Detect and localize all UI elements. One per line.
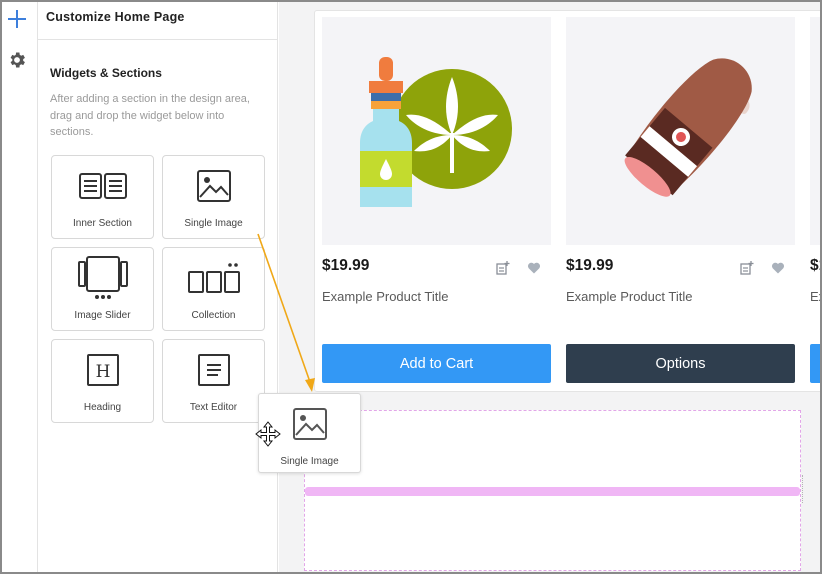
widget-heading[interactable]: H Heading xyxy=(51,339,154,423)
product-price: $1 xyxy=(810,257,820,274)
widget-label: Inner Section xyxy=(73,218,132,229)
resize-handle[interactable] xyxy=(802,475,805,503)
widget-text-editor[interactable]: Text Editor xyxy=(162,339,265,423)
product-image-cigar[interactable] xyxy=(566,17,795,245)
product-title[interactable]: Ex xyxy=(810,289,820,304)
product-price: $19.99 xyxy=(566,257,614,274)
add-to-cart-button[interactable]: Add to Cart xyxy=(322,344,551,383)
icon-rail xyxy=(2,2,38,572)
svg-text:H: H xyxy=(95,362,110,382)
product-collection-section[interactable]: $19.99 Example Product Title Add to Cart xyxy=(314,10,820,392)
image-slider-icon xyxy=(52,256,153,299)
widget-label: Image Slider xyxy=(74,310,131,321)
heart-icon[interactable] xyxy=(527,261,541,275)
app-window: Customize Home Page Widgets & Sections A… xyxy=(0,0,822,574)
widget-label: Text Editor xyxy=(189,402,238,413)
gear-icon[interactable] xyxy=(7,50,27,70)
options-button[interactable]: Options xyxy=(566,344,795,383)
product-title[interactable]: Example Product Title xyxy=(566,289,692,304)
product-image-cbd-oil[interactable] xyxy=(322,17,551,245)
widgets-panel: Customize Home Page Widgets & Sections A… xyxy=(38,2,278,572)
section-heading: Widgets & Sections xyxy=(50,66,162,80)
image-icon xyxy=(163,166,264,206)
heart-icon[interactable] xyxy=(771,261,785,275)
widget-inner-section[interactable]: Inner Section xyxy=(51,155,154,239)
dragged-widget-label: Single Image xyxy=(280,456,339,467)
add-to-cart-button[interactable] xyxy=(810,344,820,383)
text-editor-icon xyxy=(163,350,264,390)
widget-label: Heading xyxy=(83,402,122,413)
heading-icon: H xyxy=(52,350,153,390)
collection-icon xyxy=(163,258,264,298)
widget-image-slider[interactable]: Image Slider xyxy=(51,247,154,331)
widget-single-image[interactable]: Single Image xyxy=(162,155,265,239)
widget-label: Single Image xyxy=(184,218,243,229)
product-title[interactable]: Example Product Title xyxy=(322,289,448,304)
drop-zone-section[interactable] xyxy=(304,410,801,571)
compare-icon[interactable] xyxy=(740,261,754,275)
product-image[interactable] xyxy=(810,17,820,245)
inner-section-icon xyxy=(52,166,153,206)
move-cursor-icon xyxy=(255,421,281,447)
widget-collection[interactable]: Collection xyxy=(162,247,265,331)
compare-icon[interactable] xyxy=(496,261,510,275)
panel-title: Customize Home Page xyxy=(38,2,277,40)
widget-label: Collection xyxy=(191,310,236,321)
plus-icon[interactable] xyxy=(6,8,28,30)
product-price: $19.99 xyxy=(322,257,370,274)
drop-indicator xyxy=(305,487,800,496)
section-description: After adding a section in the design are… xyxy=(50,93,250,138)
design-canvas: $19.99 Example Product Title Add to Cart xyxy=(279,2,820,572)
